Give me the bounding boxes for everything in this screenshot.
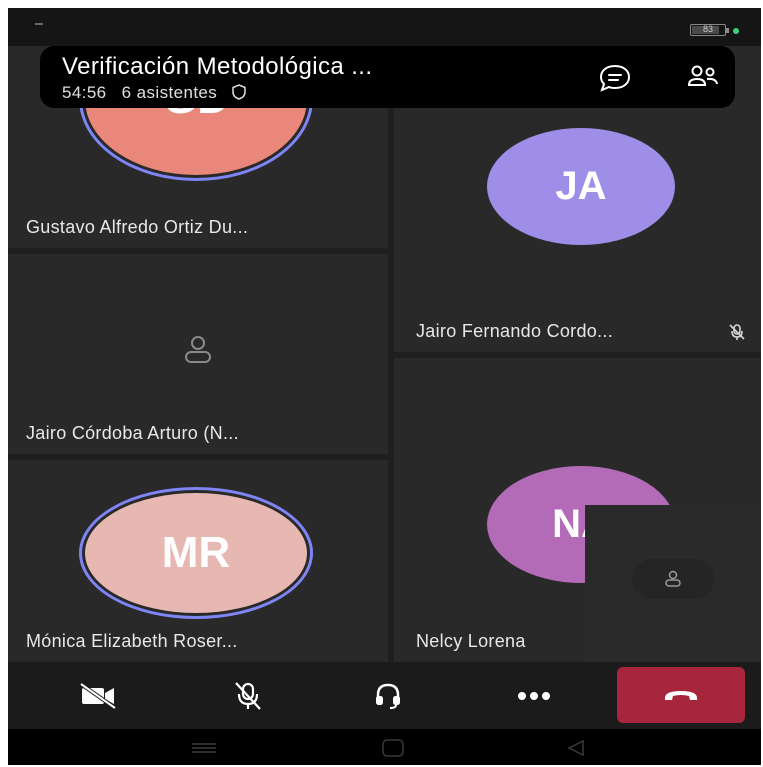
participant-name: Mónica Elizabeth Roser...: [26, 631, 238, 651]
avatar: JA: [487, 128, 675, 245]
hang-up-button[interactable]: [617, 667, 745, 723]
meeting-subtitle: 54:56 6 asistentes: [62, 83, 247, 103]
avatar: MR: [85, 493, 307, 613]
participant-tile[interactable]: MR Mónica Elizabeth Roser...: [8, 460, 388, 662]
participant-name: Nelcy Lorena: [416, 631, 526, 651]
participant-name: Jairo Córdoba Arturo (N...: [26, 423, 239, 443]
camera-off-icon: [79, 681, 117, 710]
system-nav-bar: [8, 729, 761, 765]
more-options-button[interactable]: [504, 662, 564, 729]
battery-icon: 83: [690, 24, 729, 36]
attendee-count: 6 asistentes: [121, 83, 218, 102]
meeting-duration: 54:56: [62, 83, 107, 102]
status-indicator: [35, 23, 43, 25]
camera-toggle-button[interactable]: [68, 662, 128, 729]
participant-tile[interactable]: Jairo Córdoba Arturo (N...: [8, 254, 388, 454]
avatar-initials: MR: [161, 528, 231, 577]
mic-toggle-button[interactable]: [218, 662, 278, 729]
call-controls: [8, 662, 761, 729]
audio-options-button[interactable]: [358, 662, 418, 729]
meeting-header[interactable]: Verificación Metodológica ... 54:56 6 as…: [40, 46, 735, 108]
participant-name: Gustavo Alfredo Ortiz Du...: [26, 217, 249, 237]
battery-percent: 83: [702, 24, 713, 34]
participant-name: Jairo Fernando Cordo...: [416, 321, 613, 341]
meeting-title: Verificación Metodológica ...: [62, 53, 373, 80]
mic-off-icon: [729, 324, 745, 340]
chat-icon[interactable]: [598, 63, 632, 93]
status-bar: 83: [8, 8, 761, 46]
headset-icon: [376, 683, 400, 709]
home-icon[interactable]: [382, 739, 404, 757]
hangup-icon: [665, 691, 697, 700]
self-avatar: [632, 559, 714, 599]
self-view[interactable]: [585, 505, 761, 662]
charging-dot: [733, 28, 739, 34]
person-icon: [665, 570, 681, 587]
participants-icon[interactable]: [686, 63, 720, 93]
mic-off-icon: [235, 681, 261, 710]
teams-call-screen: 83 GD Gustavo Alfredo Ortiz Du... JA Jai…: [8, 8, 761, 765]
person-icon: [185, 336, 211, 363]
more-icon: [518, 691, 550, 700]
avatar-initials: JA: [555, 164, 607, 208]
back-icon[interactable]: [567, 739, 585, 757]
menu-icon[interactable]: [191, 742, 217, 754]
shield-icon: [232, 84, 247, 100]
